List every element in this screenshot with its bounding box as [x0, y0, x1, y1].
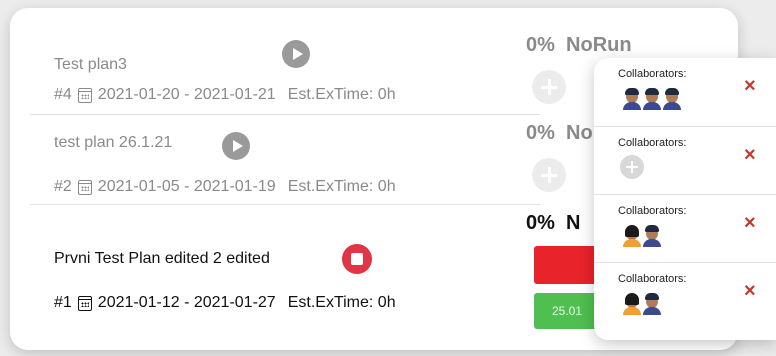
- calendar-icon: [77, 179, 92, 195]
- add-collaborator-icon[interactable]: [620, 155, 644, 179]
- collaborators-label: Collaborators:: [618, 273, 687, 285]
- calendar-icon: [77, 295, 92, 311]
- collaborators-label: Collaborators:: [618, 68, 687, 80]
- collaborator-entry: Collaborators: ×: [594, 262, 776, 331]
- close-icon[interactable]: ×: [744, 281, 756, 301]
- collaborators-popup: Collaborators: × Collaborators: × Collab…: [594, 58, 776, 340]
- plan-name[interactable]: Test plan3: [54, 56, 127, 74]
- stop-icon[interactable]: [342, 244, 372, 274]
- close-icon[interactable]: ×: [744, 76, 756, 96]
- divider: [30, 204, 540, 205]
- plan-dates: 2021-01-12 - 2021-01-27: [97, 294, 276, 311]
- plan-name[interactable]: test plan 26.1.21: [54, 134, 172, 152]
- plan-meta: #4 2021-01-20 - 2021-01-21 Est.ExTime: 0…: [54, 86, 396, 104]
- divider: [30, 114, 540, 115]
- play-icon[interactable]: [222, 132, 250, 160]
- collaborator-entry: Collaborators: ×: [594, 126, 776, 195]
- close-icon[interactable]: ×: [744, 213, 756, 233]
- add-collaborator-button[interactable]: [532, 70, 566, 104]
- avatar[interactable]: [640, 291, 664, 315]
- collaborators-label: Collaborators:: [618, 205, 687, 217]
- plan-id: #4: [54, 86, 72, 103]
- plan-percent: 0% No: [526, 122, 593, 144]
- plan-est-time: Est.ExTime: 0h: [287, 86, 396, 103]
- add-collaborator-button[interactable]: [532, 158, 566, 192]
- plan-percent: 0% N: [526, 212, 581, 234]
- avatar-group[interactable]: [620, 291, 664, 315]
- plan-percent: 0% NoRun: [526, 34, 632, 56]
- close-icon[interactable]: ×: [744, 145, 756, 165]
- plan-meta: #2 2021-01-05 - 2021-01-19 Est.ExTime: 0…: [54, 178, 396, 196]
- avatar-group[interactable]: [620, 86, 684, 110]
- plan-dates: 2021-01-05 - 2021-01-19: [97, 178, 276, 195]
- plan-est-time: Est.ExTime: 0h: [287, 178, 396, 195]
- collaborator-entry: Collaborators: ×: [594, 194, 776, 263]
- avatar-group[interactable]: [620, 223, 664, 247]
- avatar[interactable]: [660, 86, 684, 110]
- plan-est-time: Est.ExTime: 0h: [287, 294, 396, 311]
- avatar-group[interactable]: [620, 155, 644, 179]
- plan-id: #2: [54, 178, 72, 195]
- plan-dates: 2021-01-20 - 2021-01-21: [97, 86, 276, 103]
- collaborator-entry: Collaborators: ×: [594, 58, 776, 126]
- play-icon[interactable]: [282, 40, 310, 68]
- plan-meta: #1 2021-01-12 - 2021-01-27 Est.ExTime: 0…: [54, 294, 396, 312]
- plan-id: #1: [54, 294, 72, 311]
- calendar-icon: [77, 87, 92, 103]
- collaborators-label: Collaborators:: [618, 137, 687, 149]
- avatar[interactable]: [640, 223, 664, 247]
- plan-name[interactable]: Prvni Test Plan edited 2 edited: [54, 250, 270, 268]
